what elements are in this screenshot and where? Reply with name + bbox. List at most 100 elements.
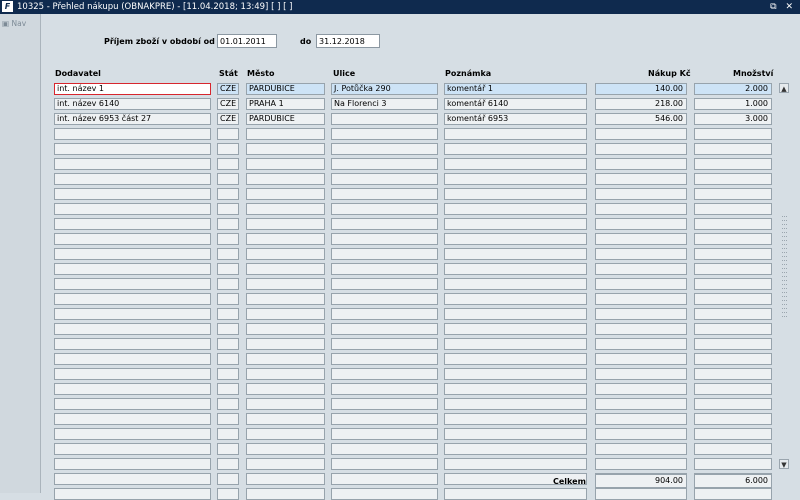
empty-cell[interactable] — [694, 278, 772, 290]
empty-cell[interactable] — [54, 278, 211, 290]
empty-cell[interactable] — [54, 263, 211, 275]
empty-cell[interactable] — [217, 443, 239, 455]
empty-cell[interactable] — [331, 293, 438, 305]
empty-cell[interactable] — [331, 413, 438, 425]
empty-cell[interactable] — [54, 368, 211, 380]
empty-cell[interactable] — [217, 128, 239, 140]
empty-cell[interactable] — [246, 473, 325, 485]
empty-cell[interactable] — [331, 233, 438, 245]
empty-cell[interactable] — [217, 308, 239, 320]
scrollbar-grip[interactable] — [782, 256, 787, 258]
empty-cell[interactable] — [54, 248, 211, 260]
empty-cell[interactable] — [694, 203, 772, 215]
empty-cell[interactable] — [246, 368, 325, 380]
cell-note[interactable]: komentář 6140 — [444, 98, 587, 110]
empty-cell[interactable] — [331, 278, 438, 290]
empty-cell[interactable] — [444, 413, 587, 425]
scrollbar-grip[interactable] — [782, 216, 787, 218]
empty-cell[interactable] — [595, 323, 687, 335]
scrollbar-grip[interactable] — [782, 224, 787, 226]
empty-cell[interactable] — [444, 383, 587, 395]
scrollbar-grip[interactable] — [782, 280, 787, 282]
empty-cell[interactable] — [595, 398, 687, 410]
empty-cell[interactable] — [694, 413, 772, 425]
empty-cell[interactable] — [54, 458, 211, 470]
scrollbar-grip[interactable] — [782, 236, 787, 238]
scrollbar-grip[interactable] — [782, 272, 787, 274]
empty-cell[interactable] — [246, 263, 325, 275]
empty-cell[interactable] — [246, 398, 325, 410]
cell-supplier[interactable]: int. název 6140 — [54, 98, 211, 110]
empty-cell[interactable] — [331, 323, 438, 335]
empty-cell[interactable] — [595, 158, 687, 170]
empty-cell[interactable] — [217, 473, 239, 485]
empty-cell[interactable] — [217, 338, 239, 350]
empty-cell[interactable] — [246, 353, 325, 365]
empty-cell[interactable] — [331, 398, 438, 410]
empty-cell[interactable] — [331, 218, 438, 230]
empty-cell[interactable] — [54, 203, 211, 215]
empty-cell[interactable] — [54, 128, 211, 140]
cell-city[interactable]: PARDUBICE — [246, 113, 325, 125]
scroll-up-button[interactable]: ▲ — [779, 83, 789, 93]
empty-cell[interactable] — [217, 248, 239, 260]
empty-cell[interactable] — [694, 488, 772, 500]
empty-cell[interactable] — [217, 158, 239, 170]
empty-cell[interactable] — [694, 173, 772, 185]
empty-cell[interactable] — [331, 443, 438, 455]
empty-cell[interactable] — [444, 443, 587, 455]
cell-country[interactable]: CZE — [217, 83, 239, 95]
empty-cell[interactable] — [331, 158, 438, 170]
empty-cell[interactable] — [54, 293, 211, 305]
empty-cell[interactable] — [246, 413, 325, 425]
scrollbar-grip[interactable] — [782, 300, 787, 302]
cell-country[interactable]: CZE — [217, 113, 239, 125]
empty-cell[interactable] — [217, 293, 239, 305]
scrollbar-grip[interactable] — [782, 264, 787, 266]
empty-cell[interactable] — [694, 128, 772, 140]
empty-cell[interactable] — [331, 338, 438, 350]
scrollbar-grip[interactable] — [782, 316, 787, 318]
cell-note[interactable]: komentář 1 — [444, 83, 587, 95]
empty-cell[interactable] — [595, 383, 687, 395]
empty-cell[interactable] — [444, 368, 587, 380]
scrollbar-grip[interactable] — [782, 240, 787, 242]
empty-cell[interactable] — [595, 278, 687, 290]
empty-cell[interactable] — [246, 203, 325, 215]
empty-cell[interactable] — [246, 128, 325, 140]
empty-cell[interactable] — [246, 143, 325, 155]
empty-cell[interactable] — [54, 398, 211, 410]
empty-cell[interactable] — [54, 218, 211, 230]
empty-cell[interactable] — [595, 233, 687, 245]
cell-supplier[interactable]: int. název 1 — [54, 83, 211, 95]
empty-cell[interactable] — [694, 248, 772, 260]
empty-cell[interactable] — [246, 308, 325, 320]
scrollbar-grip[interactable] — [782, 228, 787, 230]
empty-cell[interactable] — [246, 458, 325, 470]
empty-cell[interactable] — [246, 293, 325, 305]
empty-cell[interactable] — [444, 458, 587, 470]
empty-cell[interactable] — [694, 143, 772, 155]
cell-street[interactable]: Na Florenci 3 — [331, 98, 438, 110]
empty-cell[interactable] — [54, 383, 211, 395]
empty-cell[interactable] — [444, 263, 587, 275]
cell-price[interactable]: 140.00 — [595, 83, 687, 95]
empty-cell[interactable] — [694, 443, 772, 455]
empty-cell[interactable] — [694, 293, 772, 305]
cell-country[interactable]: CZE — [217, 98, 239, 110]
empty-cell[interactable] — [694, 158, 772, 170]
empty-cell[interactable] — [444, 308, 587, 320]
empty-cell[interactable] — [595, 368, 687, 380]
empty-cell[interactable] — [331, 353, 438, 365]
empty-cell[interactable] — [54, 188, 211, 200]
empty-cell[interactable] — [595, 188, 687, 200]
empty-cell[interactable] — [331, 263, 438, 275]
empty-cell[interactable] — [246, 278, 325, 290]
empty-cell[interactable] — [331, 173, 438, 185]
empty-cell[interactable] — [444, 353, 587, 365]
window-buttons[interactable]: ⧉ ✕ — [770, 0, 796, 14]
cell-city[interactable]: PRAHA 1 — [246, 98, 325, 110]
empty-cell[interactable] — [246, 218, 325, 230]
empty-cell[interactable] — [444, 428, 587, 440]
empty-cell[interactable] — [595, 338, 687, 350]
